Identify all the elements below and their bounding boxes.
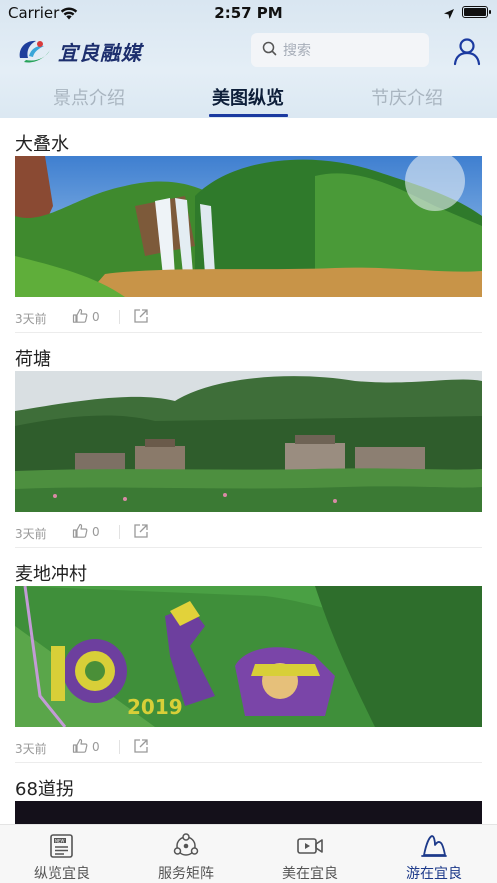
news-icon: NEW xyxy=(48,833,76,859)
location-arrow-icon xyxy=(443,5,455,24)
post-time: 3天前 xyxy=(15,742,47,756)
search-placeholder: 搜索 xyxy=(283,43,311,59)
tab-photo-gallery[interactable]: 美图纵览 xyxy=(178,84,318,110)
field-art-photo[interactable]: 2019 xyxy=(15,586,482,727)
svg-text:2019: 2019 xyxy=(127,695,183,719)
service-matrix-icon xyxy=(172,833,200,859)
card-title: 68道拐 xyxy=(15,779,74,800)
user-profile-icon[interactable] xyxy=(452,36,482,70)
category-tabs: 景点介绍 美图纵览 节庆介绍 xyxy=(0,78,497,118)
bottom-tab-label: 美在宜良 xyxy=(282,866,338,882)
bottom-tab-services[interactable]: 服务矩阵 xyxy=(124,825,248,883)
search-input[interactable]: 搜索 xyxy=(251,33,429,67)
battery-icon xyxy=(462,6,491,18)
post-time: 3天前 xyxy=(15,527,47,541)
meta-divider xyxy=(119,310,120,324)
card-divider xyxy=(15,332,482,333)
card-divider xyxy=(15,547,482,548)
tab-festivals[interactable]: 节庆介绍 xyxy=(337,84,477,110)
meta-divider xyxy=(119,525,120,539)
header-bar: Carrier 2:57 PM 宜良融媒 搜索 景点介绍 美图纵览 节庆介绍 xyxy=(0,0,497,118)
video-icon xyxy=(296,833,324,859)
thumbs-up-icon[interactable] xyxy=(72,308,88,327)
card-title: 大叠水 xyxy=(15,134,69,155)
active-tab-indicator xyxy=(209,114,288,117)
post-time: 3天前 xyxy=(15,312,47,326)
card-meta: 3天前 0 xyxy=(15,522,482,542)
card-title: 荷塘 xyxy=(15,349,51,370)
thumbs-up-icon[interactable] xyxy=(72,523,88,542)
card-title: 麦地冲村 xyxy=(15,564,87,585)
logo-text: 宜良融媒 xyxy=(58,40,142,65)
card-meta: 3天前 0 xyxy=(15,307,482,327)
tab-scenic-spots[interactable]: 景点介绍 xyxy=(19,84,159,110)
meta-divider xyxy=(119,740,120,754)
share-icon[interactable] xyxy=(133,523,149,542)
bottom-tab-video[interactable]: 美在宜良 xyxy=(248,825,372,883)
like-count: 0 xyxy=(92,740,100,754)
share-icon[interactable] xyxy=(133,308,149,327)
bottom-tab-bar: NEW 纵览宜良 服务矩阵 美在宜良 游在宜良 xyxy=(0,824,497,883)
bottom-tab-travel[interactable]: 游在宜良 xyxy=(372,825,496,883)
svg-text:NEW: NEW xyxy=(55,838,65,843)
app-logo: 宜良融媒 xyxy=(16,33,146,69)
card-divider xyxy=(15,762,482,763)
bottom-tab-news[interactable]: NEW 纵览宜良 xyxy=(0,825,124,883)
lotus-pond-photo[interactable] xyxy=(15,371,482,512)
bottom-tab-label: 服务矩阵 xyxy=(158,866,214,882)
travel-icon xyxy=(420,833,448,859)
photo-feed[interactable]: 大叠水 3天前 0 荷塘 3天前 0 麦地冲村 2019 3天前 0 68道拐 xyxy=(0,118,497,824)
card-meta: 3天前 0 xyxy=(15,737,482,757)
bottom-tab-label: 纵览宜良 xyxy=(34,866,90,882)
winding-road-photo[interactable] xyxy=(15,801,482,824)
bottom-tab-label: 游在宜良 xyxy=(406,866,462,882)
logo-mark-icon xyxy=(16,36,54,66)
status-bar: Carrier 2:57 PM xyxy=(0,0,497,26)
like-count: 0 xyxy=(92,525,100,539)
waterfall-photo[interactable] xyxy=(15,156,482,297)
search-icon xyxy=(262,41,277,60)
status-time: 2:57 PM xyxy=(214,4,283,22)
thumbs-up-icon[interactable] xyxy=(72,738,88,757)
share-icon[interactable] xyxy=(133,738,149,757)
like-count: 0 xyxy=(92,310,100,324)
